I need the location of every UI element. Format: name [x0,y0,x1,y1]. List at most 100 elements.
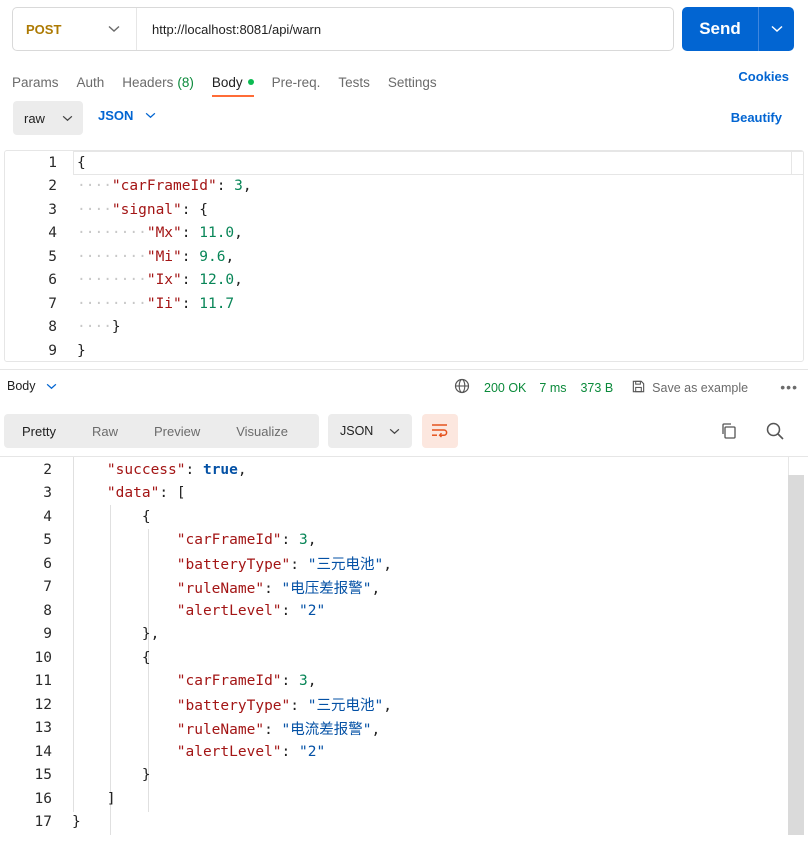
line-number: 7 [43,579,52,596]
code-line: 8 ····} [5,316,120,340]
headers-count: (8) [177,74,194,90]
body-language-select[interactable]: JSON [98,108,156,123]
code-text: "success": true, [106,461,247,478]
line-number: 17 [34,814,52,831]
code-text: { [77,154,86,171]
line-number: 14 [34,743,52,760]
line-number: 5 [48,248,57,265]
tab-pretty[interactable]: Pretty [4,414,74,448]
code-line: 8 "alertLevel": "2" [0,599,325,623]
tab-params[interactable]: Params [12,68,59,96]
code-text: ····"carFrameId": 3, [77,178,252,195]
code-text: ········"Mx": 11.0, [77,225,243,242]
tab-label: Params [12,74,59,90]
send-button[interactable]: Send [682,19,758,39]
more-options-icon[interactable]: ••• [780,379,798,395]
url-bar: POST http://localhost:8081/api/warn [12,7,674,51]
code-line: 5 ········"Mi": 9.6, [5,245,234,269]
chevron-down-icon [770,25,783,33]
body-modified-dot [247,79,254,85]
code-text: "carFrameId": 3, [176,532,317,549]
tab-headers[interactable]: Headers (8) [122,68,194,96]
code-text: "data": [ [106,485,186,502]
tab-label: Tests [338,74,370,90]
code-line: 16 ] [0,787,116,811]
chevron-down-icon [108,25,120,33]
code-line: 13 "ruleName": "电流差报警", [0,717,381,741]
line-number: 2 [43,461,52,478]
url-input[interactable]: http://localhost:8081/api/warn [137,22,321,37]
code-text: "alertLevel": "2" [176,602,326,619]
code-text: ] [72,790,116,807]
copy-icon[interactable] [720,422,738,443]
beautify-button[interactable]: Beautify [731,110,782,125]
line-number: 16 [34,790,52,807]
response-body-viewer[interactable]: 2 "success": true, 3 "data": [ 4 { 5 "ca… [0,456,808,841]
response-meta: 200 OK 7 ms 373 B Save as example [454,378,748,397]
line-number: 15 [34,767,52,784]
code-text: "ruleName": "电压差报警", [176,580,381,597]
code-line: 4 { [0,505,150,529]
tab-label: Body [211,74,243,90]
code-text: ········"Mi": 9.6, [77,248,235,265]
code-line: 3 "data": [ [0,482,185,506]
response-section-toggle[interactable]: Body [7,379,57,393]
code-text: ········"Ix": 12.0, [77,272,243,289]
tab-preview[interactable]: Preview [136,414,218,448]
tab-body[interactable]: Body [211,68,254,97]
line-number: 5 [43,532,52,549]
tab-pre-request[interactable]: Pre-req. [272,68,321,96]
code-text: { [72,649,151,666]
code-text: ····"signal": { [77,201,208,218]
send-options-button[interactable] [759,25,794,33]
response-format-select[interactable]: JSON [328,414,412,448]
code-line: 12 "batteryType": "三元电池", [0,693,392,717]
search-icon[interactable] [765,421,785,444]
chevron-down-icon [145,112,156,119]
tab-visualize[interactable]: Visualize [218,414,306,448]
line-number: 2 [48,178,57,195]
code-line: 2 "success": true, [0,458,246,482]
line-number: 10 [34,649,52,666]
code-text: "alertLevel": "2" [176,743,326,760]
tab-raw[interactable]: Raw [74,414,136,448]
vertical-scrollbar[interactable] [788,475,804,835]
tab-auth[interactable]: Auth [77,68,105,96]
response-time[interactable]: 7 ms [539,381,566,395]
code-line: 17 } [0,811,81,835]
line-number: 13 [34,720,52,737]
code-text: } [72,767,151,784]
line-number: 6 [43,555,52,572]
request-tabs: Params Auth Headers (8) Body Pre-req. Tes… [12,68,455,98]
wrap-lines-button[interactable] [422,414,458,448]
method-label: POST [26,21,62,37]
globe-icon[interactable] [454,378,470,397]
method-select[interactable]: POST [13,8,137,50]
response-size[interactable]: 373 B [580,381,613,395]
line-number: 3 [43,485,52,502]
code-line: 7 ········"Ii": 11.7 [5,292,234,316]
send-button-group: Send [682,7,794,51]
chevron-down-icon [62,115,73,122]
line-number: 8 [43,602,52,619]
tab-label: Headers [122,74,174,90]
code-line: 7 "ruleName": "电压差报警", [0,576,380,600]
scrollbar-track [788,457,804,475]
body-mode-select[interactable]: raw [13,101,83,135]
save-as-example-label: Save as example [652,380,749,395]
code-text: } [77,342,86,359]
code-line: 14 "alertLevel": "2" [0,740,326,764]
editor-scrollbar[interactable] [791,151,803,175]
cookies-link[interactable]: Cookies [738,69,789,84]
line-number: 1 [48,154,57,171]
code-text: "batteryType": "三元电池", [176,557,392,574]
status-badge[interactable]: 200 OK [484,381,526,395]
tab-settings[interactable]: Settings [388,68,437,96]
line-number: 4 [48,225,57,242]
code-line: 10 { [0,646,151,670]
save-as-example-button[interactable]: Save as example [631,379,748,397]
tab-tests[interactable]: Tests [338,68,370,96]
code-text: { [72,508,151,525]
line-number: 7 [48,295,57,312]
request-body-editor[interactable]: 1 { 2 ····"carFrameId": 3, 3 ····"signal… [4,150,804,362]
